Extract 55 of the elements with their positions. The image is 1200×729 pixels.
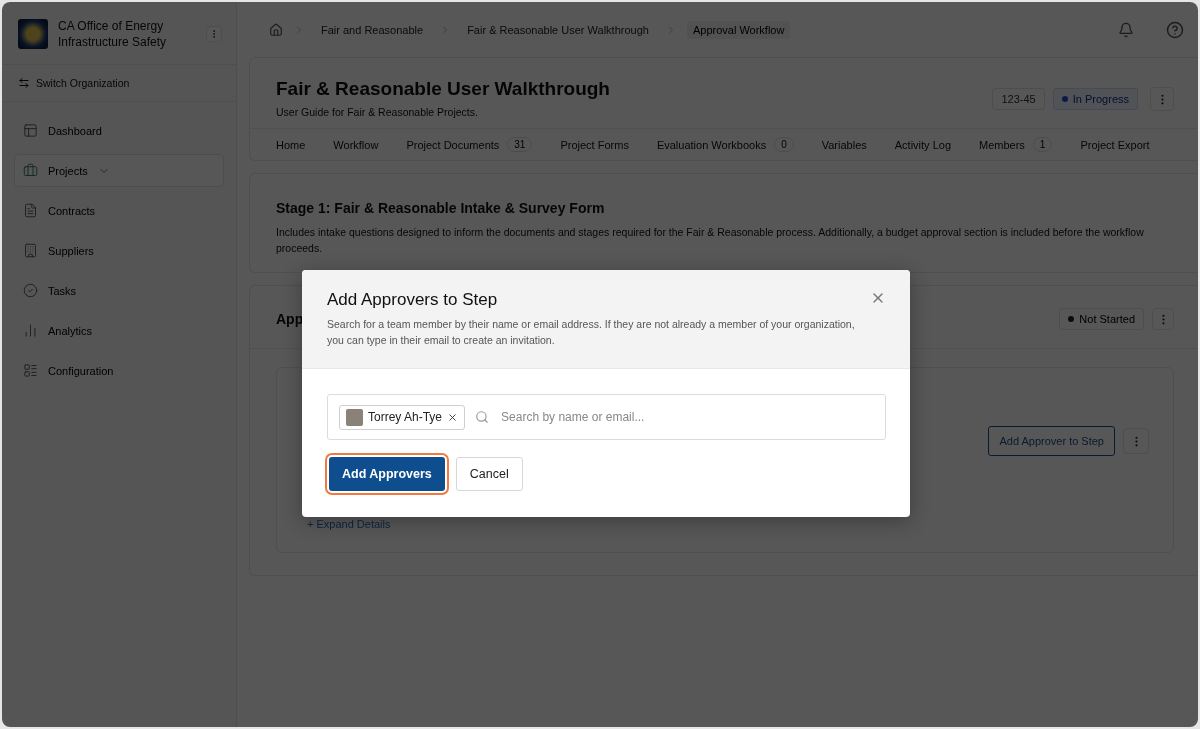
- more-icon[interactable]: [1123, 428, 1149, 454]
- project-title: Fair & Reasonable User Walkthrough: [276, 78, 611, 100]
- document-icon: [23, 203, 38, 218]
- panel-layout-icon: [23, 123, 38, 138]
- sidebar-item[interactable]: Projects: [14, 154, 224, 187]
- dialog-description: Search for a team member by their name or email address. If they are not already a member of your organization, you can type in their email to create an invitation.: [327, 317, 856, 348]
- remove-icon[interactable]: [447, 411, 459, 423]
- briefcase-icon: [23, 163, 38, 178]
- help-icon[interactable]: [1166, 20, 1184, 39]
- approver-chip: Torrey Ah-Tye: [339, 404, 466, 430]
- sidebar-item[interactable]: Tasks: [14, 274, 224, 307]
- home-icon[interactable]: [269, 22, 283, 37]
- sidebar-item[interactable]: Configuration: [14, 354, 224, 387]
- more-icon[interactable]: [1152, 308, 1174, 330]
- add-approver-button[interactable]: Add Approver to Step: [988, 426, 1115, 456]
- swap-arrows-icon: [18, 77, 30, 89]
- building-icon: [23, 243, 38, 258]
- stage-title: Stage 1: Fair & Reasonable Intake & Survey Form: [276, 200, 606, 216]
- tab[interactable]: Workflow: [333, 138, 379, 151]
- tab[interactable]: Variables: [821, 138, 867, 151]
- notification-bell-icon[interactable]: [1118, 21, 1134, 38]
- breadcrumb-link[interactable]: Fair & Reasonable User Walkthrough: [461, 20, 655, 39]
- breadcrumb-link[interactable]: Fair and Reasonable: [315, 20, 430, 39]
- stage-description: Includes intake questions designed to inform the documents and stages required for the Fair & Reasonable process. Additionally, a budget approval section is included before the workflow proceeds.: [276, 225, 1145, 256]
- section-title: App: [276, 311, 304, 327]
- tab[interactable]: Project Documents 31: [406, 137, 533, 152]
- approver-search-field[interactable]: Torrey Ah-Tye Search by name or email...: [327, 394, 886, 440]
- organization-name: CA Office of Energy Infrastructure Safety: [58, 18, 168, 50]
- status-badge: In Progress: [1052, 88, 1138, 110]
- cancel-button[interactable]: Cancel: [455, 457, 523, 491]
- organization-logo: [18, 19, 48, 49]
- check-circle-icon: [23, 283, 38, 298]
- tab[interactable]: Home: [276, 138, 306, 151]
- sidebar-item[interactable]: Contracts: [14, 194, 224, 227]
- project-subtitle: User Guide for Fair & Reasonable Projects.: [276, 106, 479, 118]
- tab[interactable]: Project Forms: [560, 138, 629, 151]
- tab[interactable]: Project Export: [1080, 138, 1150, 151]
- project-code: 123-45: [992, 88, 1045, 110]
- tab[interactable]: Evaluation Workbooks 0: [656, 137, 794, 152]
- status-badge: Not Started: [1059, 308, 1144, 330]
- tab[interactable]: Activity Log: [894, 138, 951, 151]
- dialog-title: Add Approvers to Step: [327, 290, 499, 310]
- list-layout-icon: [23, 363, 38, 378]
- sidebar-item[interactable]: Dashboard: [14, 114, 224, 147]
- avatar-photo-placeholder: [346, 408, 363, 426]
- tab[interactable]: Members 1: [979, 137, 1053, 152]
- search-icon: [475, 410, 490, 424]
- more-icon[interactable]: [206, 26, 222, 42]
- switch-organization-button[interactable]: Switch Organization: [2, 65, 236, 102]
- bar-chart-icon: [23, 323, 38, 338]
- sidebar-item[interactable]: Suppliers: [14, 234, 224, 267]
- breadcrumb-link[interactable]: Approval Workflow: [686, 20, 791, 39]
- expand-details-link[interactable]: + Expand Details: [307, 518, 391, 530]
- more-icon[interactable]: [1150, 87, 1174, 111]
- sidebar-item[interactable]: Analytics: [14, 314, 224, 347]
